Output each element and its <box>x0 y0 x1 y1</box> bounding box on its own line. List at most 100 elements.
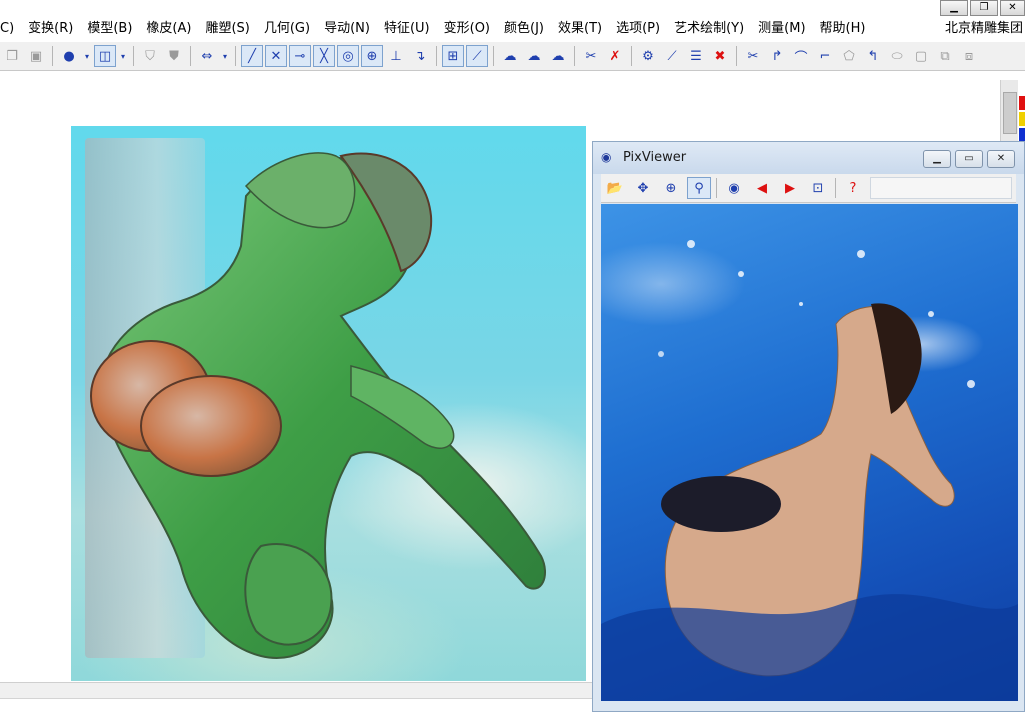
layer-icon[interactable]: ⧈ <box>958 45 980 67</box>
corner-icon[interactable]: ⌐ <box>814 45 836 67</box>
toolbar-separator <box>52 46 53 66</box>
toolbar-separator <box>835 178 836 198</box>
cube-icon[interactable]: ◫ <box>94 45 116 67</box>
eye-logo-icon: ◉ <box>601 150 612 164</box>
cloud2-icon[interactable]: ☁ <box>523 45 545 67</box>
cross-icon[interactable]: ╳ <box>313 45 335 67</box>
folder-open-icon[interactable]: 📂 <box>603 177 627 199</box>
target-icon[interactable]: ⊕ <box>361 45 383 67</box>
toolbar-separator <box>190 46 191 66</box>
help-icon[interactable]: ? <box>841 177 865 199</box>
dropdown-arrow-icon[interactable]: ▾ <box>82 45 92 67</box>
chamfer-icon[interactable]: ⬠ <box>838 45 860 67</box>
menu-feature[interactable]: 特征(U) <box>377 16 437 42</box>
photo-figure <box>601 240 1018 701</box>
relief-chest <box>140 375 282 477</box>
arc-icon[interactable]: ⌒ <box>790 45 812 67</box>
scissors-icon[interactable]: ✂ <box>742 45 764 67</box>
pixviewer-title: PixViewer <box>623 150 687 165</box>
relief-model-view[interactable] <box>71 126 586 681</box>
shade-icon[interactable]: ⛉ <box>139 45 161 67</box>
menu-bar: C) 变换(R) 模型(B) 橡皮(A) 雕塑(S) 几何(G) 导动(N) 特… <box>0 16 1025 43</box>
prev-icon[interactable]: ◀ <box>750 177 774 199</box>
pixviewer-toolbar: 📂 ✥ ⊕ ⚲ ◉ ◀ ▶ ⊡ ? <box>601 174 1016 203</box>
cut-icon[interactable]: ✂ <box>580 45 602 67</box>
menu-deform[interactable]: 变形(O) <box>437 16 497 42</box>
palette-blue[interactable] <box>1019 128 1025 142</box>
vertical-scrollbar[interactable] <box>1000 80 1018 150</box>
grid-icon[interactable]: ⊞ <box>442 45 464 67</box>
pixviewer-title-bar[interactable]: ◉ PixViewer ▁ ▭ ✕ <box>593 142 1024 174</box>
doc-icon[interactable]: ☰ <box>685 45 707 67</box>
zoom-icon[interactable]: ⚲ <box>687 177 711 199</box>
restore-window-button[interactable]: ❐ <box>970 0 998 16</box>
pixviewer-window[interactable]: ◉ PixViewer ▁ ▭ ✕ 📂 ✥ ⊕ ⚲ ◉ ◀ ▶ ⊡ ? <box>592 141 1025 712</box>
delete-cut-icon[interactable]: ✗ <box>604 45 626 67</box>
graph-icon[interactable]: ⟋ <box>466 45 488 67</box>
palette-red[interactable] <box>1019 96 1025 110</box>
toolbar-separator <box>133 46 134 66</box>
menu-eraser[interactable]: 橡皮(A) <box>139 16 198 42</box>
paste-icon[interactable]: ▣ <box>25 45 47 67</box>
menu-measure[interactable]: 测量(M) <box>751 16 812 42</box>
scroll-thumb[interactable] <box>1003 92 1017 134</box>
color-palette[interactable] <box>1019 96 1025 144</box>
dropdown-arrow-icon[interactable]: ▾ <box>118 45 128 67</box>
status-bar <box>0 682 595 699</box>
pixviewer-status-field <box>870 177 1012 199</box>
menu-transform[interactable]: 变换(R) <box>21 16 80 42</box>
pixviewer-maximize-button[interactable]: ▭ <box>955 150 983 168</box>
zoom-fit-icon[interactable]: ⊡ <box>806 177 830 199</box>
curve-icon[interactable]: ↱ <box>766 45 788 67</box>
toolbar-separator <box>436 46 437 66</box>
segment-icon[interactable]: ⊸ <box>289 45 311 67</box>
minimize-window-button[interactable]: ▁ <box>940 0 968 16</box>
point-icon[interactable]: ⟋ <box>661 45 683 67</box>
menu-geometry[interactable]: 几何(G) <box>257 16 317 42</box>
copy-icon[interactable]: ❐ <box>1 45 23 67</box>
pixviewer-close-button[interactable]: ✕ <box>987 150 1015 168</box>
relief-figure <box>90 152 546 659</box>
pixviewer-image[interactable] <box>601 204 1018 701</box>
menu-options[interactable]: 选项(P) <box>609 16 667 42</box>
toolbar-separator <box>574 46 575 66</box>
menu-sweep[interactable]: 导动(N) <box>317 16 377 42</box>
cloud1-icon[interactable]: ☁ <box>499 45 521 67</box>
menu-sculpt[interactable]: 雕塑(S) <box>198 16 256 42</box>
palette-yellow[interactable] <box>1019 112 1025 126</box>
toolbar-separator <box>631 46 632 66</box>
polyline-icon[interactable]: ✕ <box>265 45 287 67</box>
menu-item[interactable]: C) <box>0 16 21 42</box>
menu-effect[interactable]: 效果(T) <box>551 16 609 42</box>
move-icon[interactable]: ✥ <box>631 177 655 199</box>
square-icon[interactable]: ▢ <box>910 45 932 67</box>
circle-icon[interactable]: ◎ <box>337 45 359 67</box>
menu-help[interactable]: 帮助(H) <box>813 16 873 42</box>
fold-icon[interactable]: ↴ <box>409 45 431 67</box>
gear-icon[interactable]: ⚙ <box>637 45 659 67</box>
eye-icon[interactable]: ◉ <box>722 177 746 199</box>
axis-icon[interactable]: ⊥ <box>385 45 407 67</box>
menu-color[interactable]: 颜色(J) <box>497 16 551 42</box>
arrows-icon[interactable]: ⇔ <box>196 45 218 67</box>
toolbar-separator <box>235 46 236 66</box>
next-icon[interactable]: ▶ <box>778 177 802 199</box>
line-icon[interactable]: ╱ <box>241 45 263 67</box>
zoom-in-icon[interactable]: ⊕ <box>659 177 683 199</box>
photo-top <box>661 476 781 532</box>
ellipse-icon[interactable]: ⬭ <box>886 45 908 67</box>
dropdown-arrow-icon[interactable]: ▾ <box>220 45 230 67</box>
cloud3-icon[interactable]: ☁ <box>547 45 569 67</box>
toolbar-separator <box>493 46 494 66</box>
close-window-button[interactable]: ✕ <box>1000 0 1025 16</box>
main-toolbar: ❐ ▣ ● ▾ ◫ ▾ ⛉ ⛊ ⇔ ▾ ╱ ✕ ⊸ ╳ ◎ ⊕ ⊥ ↴ ⊞ ⟋ … <box>0 42 1025 71</box>
menu-art-draw[interactable]: 艺术绘制(Y) <box>667 16 751 42</box>
shade2-icon[interactable]: ⛊ <box>163 45 185 67</box>
sphere-icon[interactable]: ● <box>58 45 80 67</box>
toolbar-separator <box>716 178 717 198</box>
menu-model[interactable]: 模型(B) <box>80 16 139 42</box>
delete-icon[interactable]: ✖ <box>709 45 731 67</box>
copy-square-icon[interactable]: ⧉ <box>934 45 956 67</box>
pixviewer-minimize-button[interactable]: ▁ <box>923 150 951 168</box>
fillet-icon[interactable]: ↰ <box>862 45 884 67</box>
